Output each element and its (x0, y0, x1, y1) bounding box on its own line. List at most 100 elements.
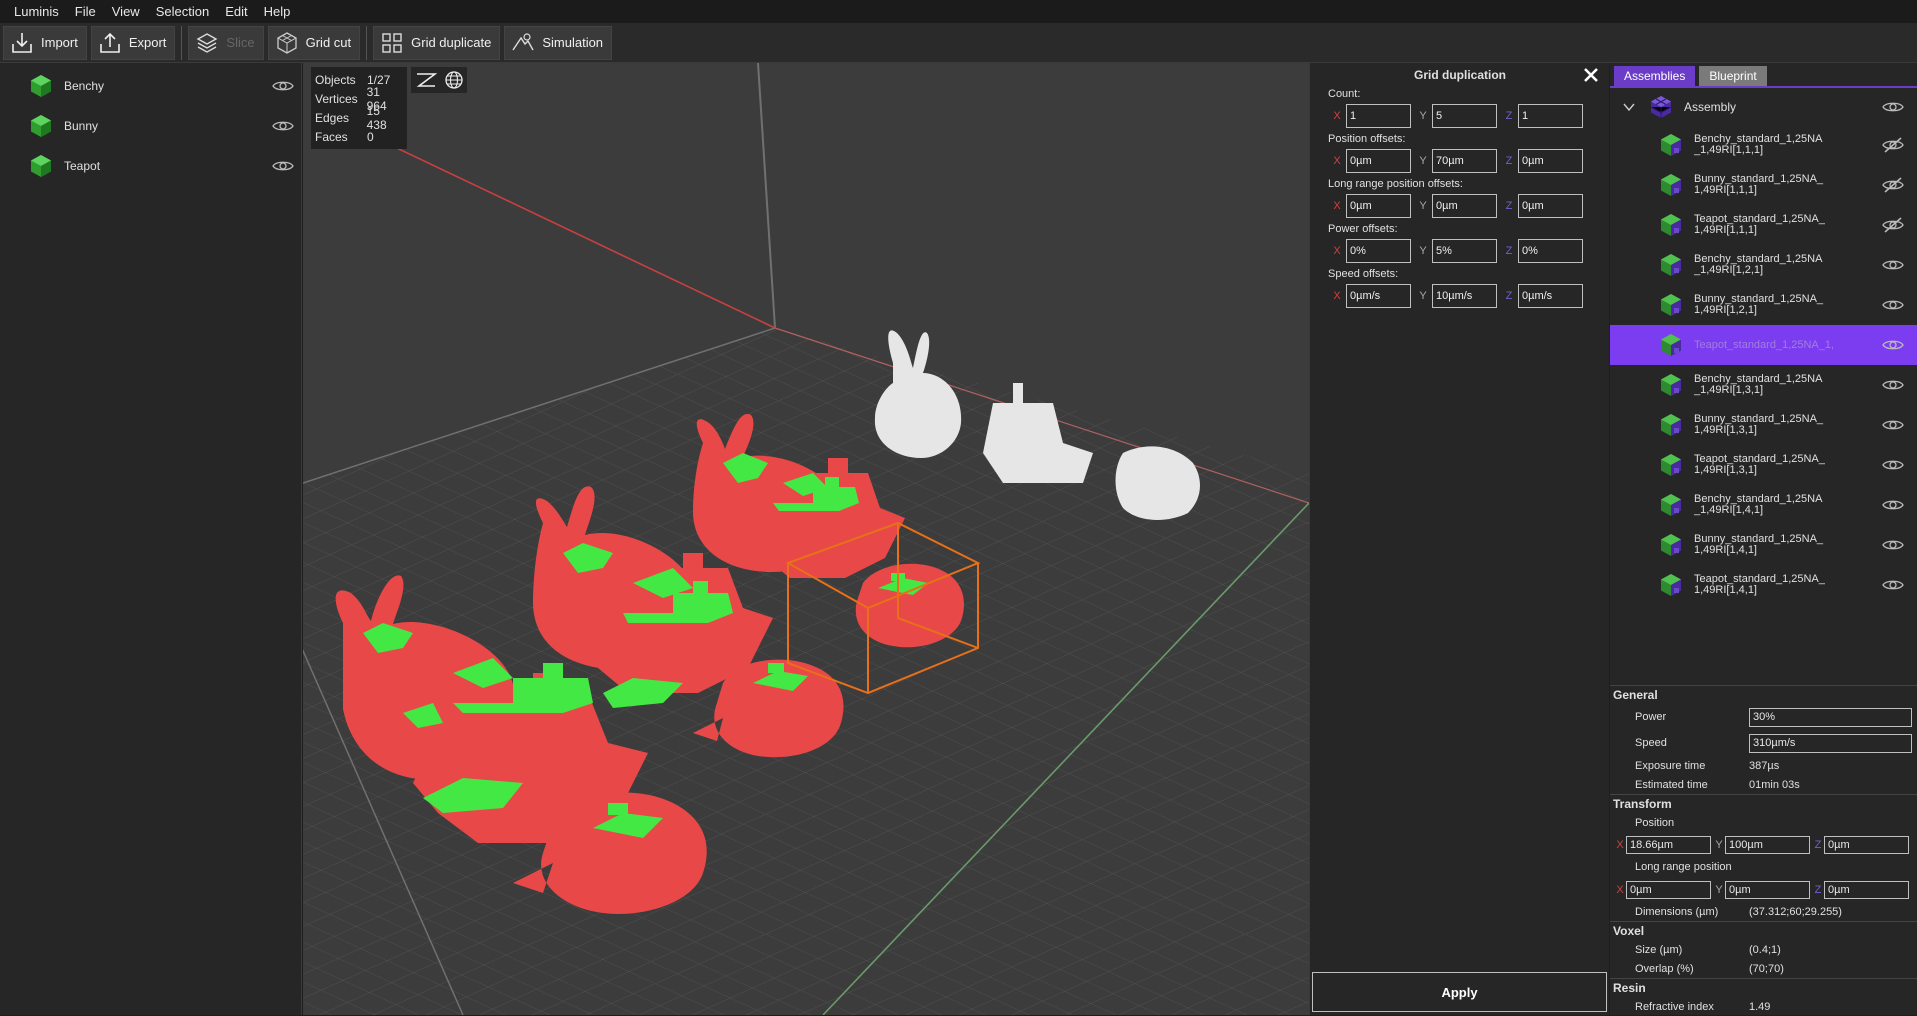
prop-value: 1.49 (1749, 1000, 1771, 1013)
position-z-input[interactable]: 0µm (1824, 835, 1909, 854)
globe-icon[interactable] (444, 70, 464, 90)
long-x-input[interactable]: 0µm (1346, 194, 1411, 218)
long-y-input[interactable]: 0µm (1725, 880, 1810, 899)
object-row-teapot[interactable]: Teapot (0, 146, 301, 186)
axis-x-label: X (1616, 883, 1624, 896)
eye-icon[interactable] (1882, 99, 1904, 115)
part-cube-icon (1661, 454, 1681, 476)
prop-exposure: Exposure time 387µs (1610, 756, 1917, 775)
eye-slash-icon[interactable] (1882, 137, 1904, 153)
menu-luminis[interactable]: Luminis (6, 0, 67, 23)
tree-item[interactable]: Benchy_standard_1,25NA _1,49RI[1,2,1] (1610, 245, 1917, 285)
eye-slash-icon[interactable] (1882, 217, 1904, 233)
pos-y-input[interactable]: 70µm (1432, 149, 1497, 173)
power-x-input[interactable]: 0% (1346, 239, 1411, 263)
object-row-benchy[interactable]: Benchy (0, 66, 301, 106)
speed-y-input[interactable]: 10µm/s (1432, 284, 1497, 308)
slice-button[interactable]: Slice (188, 25, 264, 60)
section-transform: Transform (1610, 794, 1917, 813)
3d-viewport[interactable]: Objects 1/27 Vertices 31 964 Edges 15 438 F… (303, 63, 1309, 1015)
tree-item[interactable]: Teapot_standard_1,25NA_ 1,49RI[1,4,1] (1610, 565, 1917, 605)
object-row-bunny[interactable]: Bunny (0, 106, 301, 146)
tree-item[interactable]: Teapot_standard_1,25NA_ 1,49RI[1,1,1] (1610, 205, 1917, 245)
prop-value: 01min 03s (1749, 778, 1800, 791)
cube-icon (31, 115, 51, 137)
section-voxel: Voxel (1610, 921, 1917, 940)
menu-edit[interactable]: Edit (217, 0, 255, 23)
stat-label: Faces (315, 129, 348, 144)
eye-icon[interactable] (1882, 377, 1904, 393)
menu-help[interactable]: Help (256, 0, 299, 23)
position-y-input[interactable]: 100µm (1725, 835, 1810, 854)
scene-canvas[interactable] (303, 63, 1309, 1015)
count-z-input[interactable]: 1 (1518, 104, 1583, 128)
tree-item[interactable]: Teapot_standard_1,25NA_ 1,49RI[1,3,1] (1610, 445, 1917, 485)
import-button[interactable]: Import (3, 25, 87, 60)
tree-item[interactable]: Bunny_standard_1,25NA_ 1,49RI[1,4,1] (1610, 525, 1917, 565)
grid-cut-button[interactable]: Grid cut (267, 25, 361, 60)
eye-icon[interactable] (1882, 577, 1904, 593)
eye-icon[interactable] (1882, 457, 1904, 473)
eye-slash-icon[interactable] (1882, 177, 1904, 193)
eye-icon[interactable] (1882, 297, 1904, 313)
eye-icon[interactable] (1882, 257, 1904, 273)
axis-y-label: Y (1715, 883, 1723, 896)
tree-item-label: Bunny_standard_1,25NA_ 1,49RI[1,3,1] (1694, 414, 1824, 436)
stat-value: 0 (367, 129, 374, 144)
eye-icon[interactable] (1882, 417, 1904, 433)
grid-duplicate-button[interactable]: Grid duplicate (373, 25, 501, 60)
speed-x-input[interactable]: 0µm/s (1346, 284, 1411, 308)
speed-z-input[interactable]: 0µm/s (1518, 284, 1583, 308)
simulation-button[interactable]: Simulation (504, 25, 613, 60)
count-y-input[interactable]: 5 (1432, 104, 1497, 128)
speed-input[interactable]: 310µm/s (1749, 733, 1912, 753)
prop-value: (0.4;1) (1749, 943, 1781, 956)
tab-assemblies[interactable]: Assemblies (1614, 66, 1696, 86)
tree-item[interactable]: Bunny_standard_1,25NA_ 1,49RI[1,3,1] (1610, 405, 1917, 445)
tree-item[interactable]: Benchy_standard_1,25NA _1,49RI[1,4,1] (1610, 485, 1917, 525)
position-offset-fields: X 0µm Y 70µm Z 0µm (1328, 149, 1586, 173)
prop-label: Estimated time (1635, 778, 1708, 791)
eye-icon[interactable] (272, 79, 294, 93)
tree-root-assembly[interactable]: Assembly (1610, 89, 1917, 125)
tab-blueprint[interactable]: Blueprint (1699, 66, 1767, 86)
tree-item[interactable]: Benchy_standard_1,25NA _1,49RI[1,3,1] (1610, 365, 1917, 405)
tree-item-label: Teapot_standard_1,25NA_1,49RI[1,2,1] (1694, 339, 1834, 351)
pos-x-input[interactable]: 0µm (1346, 149, 1411, 173)
position-x-input[interactable]: 18.66µm (1626, 835, 1711, 854)
power-y-input[interactable]: 5% (1432, 239, 1497, 263)
power-z-input[interactable]: 0% (1518, 239, 1583, 263)
eye-icon[interactable] (1882, 497, 1904, 513)
object-name: Bunny (64, 119, 99, 133)
tree-item[interactable]: Teapot_standard_1,25NA_1,49RI[1,2,1] (1610, 325, 1917, 365)
long-x-input[interactable]: 0µm (1626, 880, 1711, 899)
tree-item[interactable]: Bunny_standard_1,25NA_ 1,49RI[1,2,1] (1610, 285, 1917, 325)
long-z-input[interactable]: 0µm (1824, 880, 1909, 899)
long-z-input[interactable]: 0µm (1518, 194, 1583, 218)
eye-icon[interactable] (272, 159, 294, 173)
part-cube-icon (1661, 374, 1681, 396)
tree-item-label: Bunny_standard_1,25NA_ 1,49RI[1,2,1] (1694, 294, 1824, 316)
long-y-input[interactable]: 0µm (1432, 194, 1497, 218)
stat-label: Vertices (315, 91, 358, 106)
eye-icon[interactable] (1882, 537, 1904, 553)
prop-speed: Speed 310µm/s (1610, 730, 1917, 756)
pos-z-input[interactable]: 0µm (1518, 149, 1583, 173)
apply-button[interactable]: Apply (1312, 972, 1607, 1012)
count-x-input[interactable]: 1 (1346, 104, 1411, 128)
tree-item[interactable]: Benchy_standard_1,25NA _1,49RI[1,1,1] (1610, 125, 1917, 165)
tree-item[interactable]: Bunny_standard_1,25NA_ 1,49RI[1,1,1] (1610, 165, 1917, 205)
chevron-down-icon[interactable] (1622, 100, 1636, 114)
close-icon[interactable] (1582, 66, 1600, 84)
eye-icon[interactable] (272, 119, 294, 133)
power-input[interactable]: 30% (1749, 707, 1912, 727)
simulation-label: Simulation (542, 35, 604, 50)
menu-file[interactable]: File (67, 0, 104, 23)
export-icon (100, 32, 120, 53)
eye-icon[interactable] (1882, 337, 1904, 353)
panel-tabs: Assemblies Blueprint (1614, 66, 1767, 86)
menu-selection[interactable]: Selection (148, 0, 217, 23)
menu-view[interactable]: View (104, 0, 148, 23)
export-button[interactable]: Export (90, 25, 176, 60)
perspective-icon[interactable] (415, 71, 437, 89)
